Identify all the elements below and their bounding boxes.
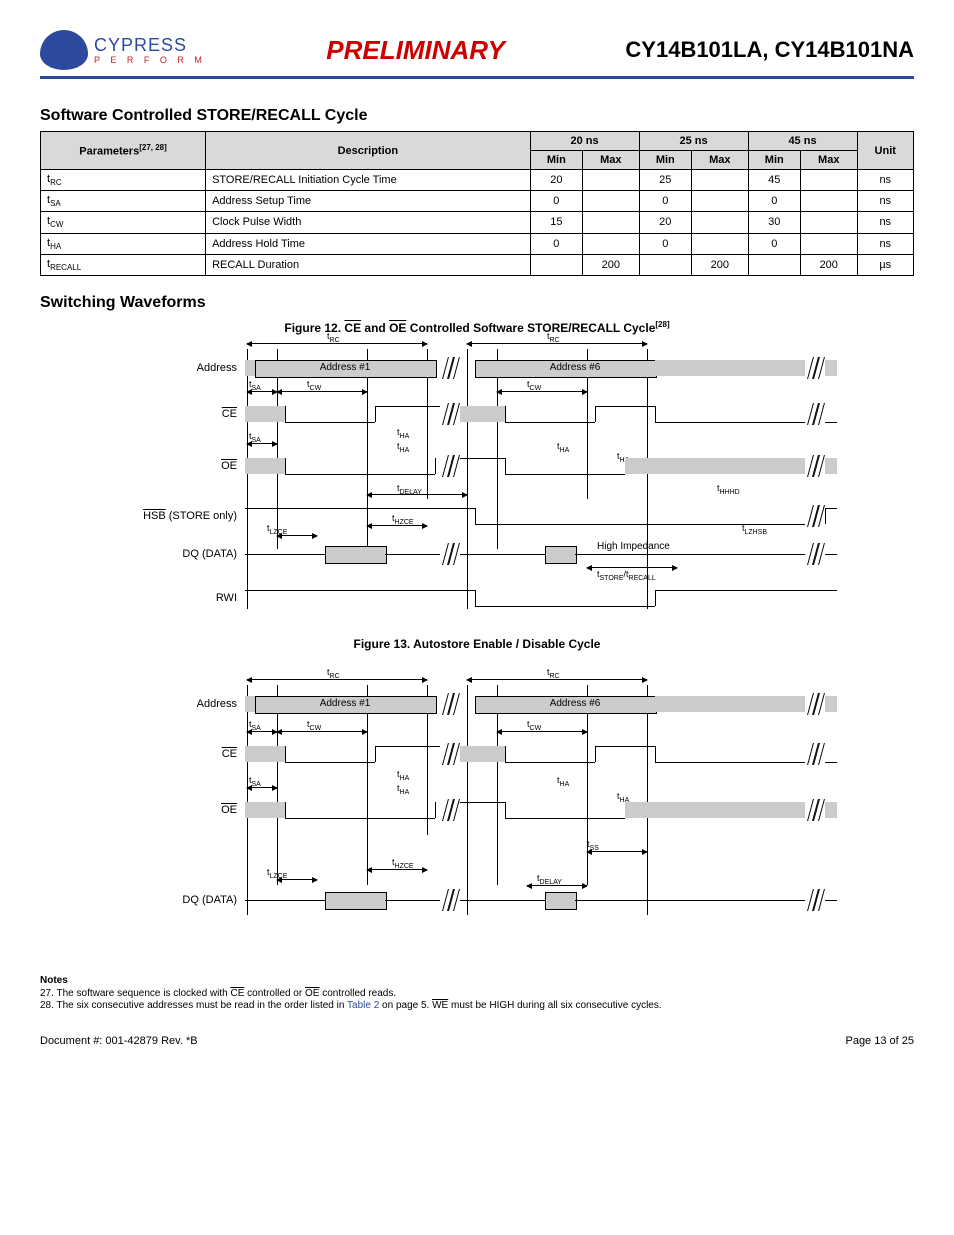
sig-rwi: RWI <box>117 592 245 604</box>
sig-address: Address <box>117 362 245 374</box>
addr1: Address #1 <box>285 360 405 376</box>
section1-title: Software Controlled STORE/RECALL Cycle <box>40 107 914 125</box>
logo-tagline: P E R F O R M <box>94 56 206 65</box>
part-numbers: CY14B101LA, CY14B101NA <box>625 37 914 63</box>
label-tdelay: tDELAY <box>537 873 562 886</box>
notes-title: Notes <box>40 975 914 986</box>
table-row: tRECALLRECALL Duration200200200µs <box>41 254 914 275</box>
label-trc: tRC <box>327 331 340 344</box>
table-row: tRCSTORE/RECALL Initiation Cycle Time202… <box>41 170 914 191</box>
label-tha: tHA <box>397 427 409 440</box>
logo-name: CYPRESS <box>94 36 206 54</box>
th-min: Min <box>748 151 800 170</box>
label-thzce: tHZCE <box>392 857 414 870</box>
sig-ce: CE <box>117 748 245 760</box>
label-thhhd: tHHHD <box>717 483 740 496</box>
table-row: tHAAddress Hold Time000ns <box>41 233 914 254</box>
page-header: CYPRESS P E R F O R M PRELIMINARY CY14B1… <box>40 30 914 79</box>
label-trc: tRC <box>327 667 340 680</box>
th-parameters: Parameters[27, 28] <box>41 132 206 170</box>
sig-ce: CE <box>117 408 245 420</box>
page-footer: Document #: 001-42879 Rev. *B Page 13 of… <box>40 1035 914 1047</box>
figure12-caption: Figure 12. CE and OE Controlled Software… <box>40 320 914 335</box>
label-tha: tHA <box>557 775 569 788</box>
figure13-caption: Figure 13. Autostore Enable / Disable Cy… <box>40 637 914 651</box>
preliminary-label: PRELIMINARY <box>326 35 505 66</box>
logo: CYPRESS P E R F O R M <box>40 30 206 70</box>
label-tdelay: tDELAY <box>397 483 422 496</box>
figure12: tRC tRC Address Address #1 Address #6 tS… <box>117 339 837 619</box>
th-min: Min <box>530 151 582 170</box>
label-hi-imp: High Impedance <box>597 541 670 552</box>
label-tcw: tCW <box>307 379 321 392</box>
th-20ns: 20 ns <box>530 132 639 151</box>
note-27: 27. The software sequence is clocked wit… <box>40 988 914 999</box>
parameters-table: Parameters[27, 28] Description 20 ns 25 … <box>40 131 914 276</box>
th-min: Min <box>639 151 691 170</box>
th-description: Description <box>206 132 531 170</box>
label-tcw: tCW <box>527 719 541 732</box>
link-table2[interactable]: Table 2 <box>347 1000 379 1011</box>
sig-oe: OE <box>117 804 245 816</box>
figure13: tRC tRC Address Address #1 Address #6 tS… <box>117 675 837 935</box>
label-tha: tHA <box>397 769 409 782</box>
label-tcw: tCW <box>527 379 541 392</box>
doc-number: Document #: 001-42879 Rev. *B <box>40 1035 198 1047</box>
label-tstore-recall: tSTORE/tRECALL <box>597 569 656 582</box>
label-thzce: tHZCE <box>392 513 414 526</box>
th-unit: Unit <box>857 132 914 170</box>
sig-hsb: HSB (STORE only) <box>117 510 245 522</box>
th-max: Max <box>692 151 749 170</box>
label-trc: tRC <box>547 667 560 680</box>
sig-dq: DQ (DATA) <box>117 894 245 906</box>
notes: Notes 27. The software sequence is clock… <box>40 975 914 1011</box>
addr6: Address #6 <box>515 696 635 712</box>
th-45ns: 45 ns <box>748 132 857 151</box>
label-trc: tRC <box>547 331 560 344</box>
th-max: Max <box>583 151 640 170</box>
logo-icon <box>40 30 88 70</box>
label-tsa: tSA <box>249 379 261 392</box>
label-tcw: tCW <box>307 719 321 732</box>
addr1: Address #1 <box>285 696 405 712</box>
section2-title: Switching Waveforms <box>40 294 914 312</box>
sig-dq: DQ (DATA) <box>117 548 245 560</box>
sig-oe: OE <box>117 460 245 472</box>
sig-address: Address <box>117 698 245 710</box>
page-number: Page 13 of 25 <box>845 1035 914 1047</box>
label-tha: tHA <box>397 783 409 796</box>
note-28: 28. The six consecutive addresses must b… <box>40 1000 914 1011</box>
table-row: tSAAddress Setup Time000ns <box>41 191 914 212</box>
th-25ns: 25 ns <box>639 132 748 151</box>
addr6: Address #6 <box>515 360 635 376</box>
label-tlzhsb: tLZHSB <box>742 523 767 536</box>
table-row: tCWClock Pulse Width152030ns <box>41 212 914 233</box>
th-max: Max <box>801 151 858 170</box>
